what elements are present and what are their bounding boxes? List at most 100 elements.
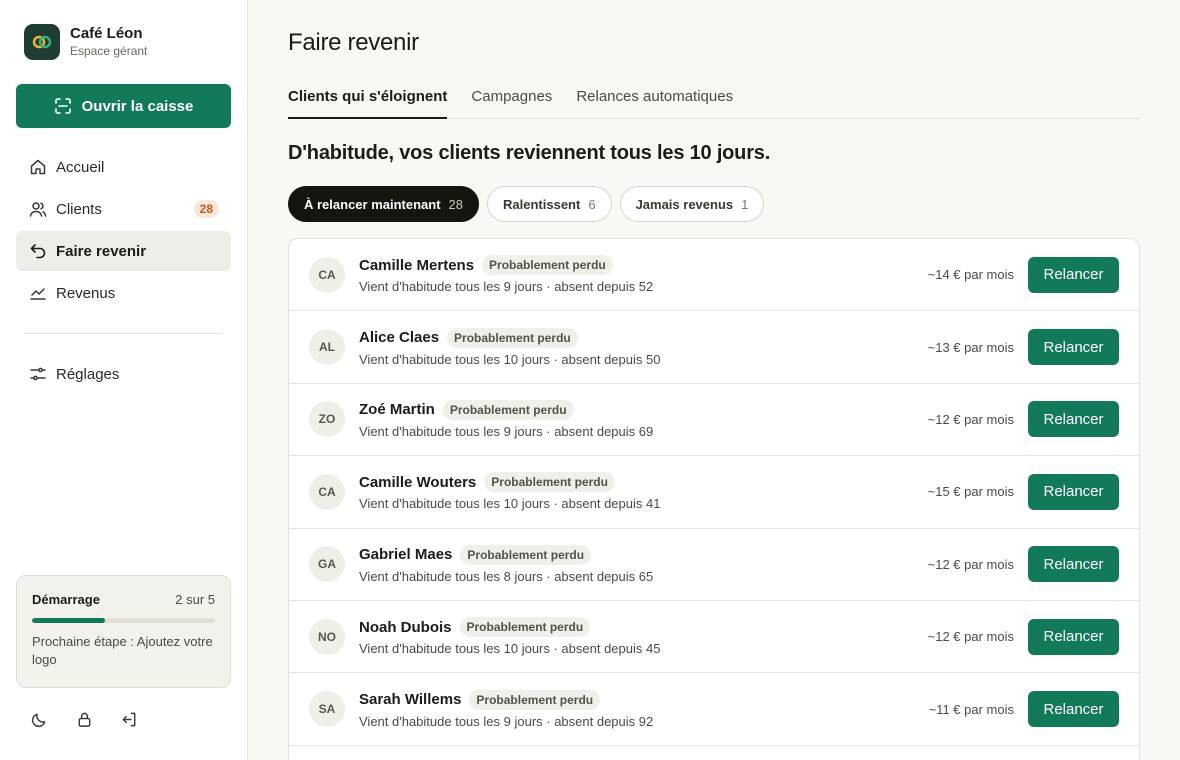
client-name: Camille Wouters — [359, 473, 477, 491]
client-visit-detail: Vient d'habitude tous les 10 jours · abs… — [359, 496, 661, 512]
client-name: Sarah Willems — [359, 691, 462, 709]
app: Café Léon Espace gérant Ouvrir la caisse… — [0, 0, 1180, 760]
relancer-button[interactable]: Relancer — [1028, 473, 1119, 510]
avatar: GA — [309, 546, 345, 583]
status-badge: Probablement perdu — [447, 327, 578, 348]
client-monthly-value: ~14 € par mois — [927, 267, 1014, 283]
status-badge: Probablement perdu — [460, 544, 592, 565]
moon-icon[interactable] — [29, 709, 49, 729]
nav-item-revenus[interactable]: Revenus — [16, 273, 231, 313]
return-icon — [28, 241, 48, 261]
avatar: CA — [309, 256, 345, 293]
avatar: ZO — [309, 401, 345, 438]
brand[interactable]: Café Léon Espace gérant — [24, 24, 147, 60]
main-content: Faire revenir Clients qui s'éloignent Ca… — [248, 0, 1180, 760]
client-name: Alice Claes — [359, 329, 440, 347]
tab-campagnes[interactable]: Campagnes — [471, 84, 552, 119]
client-row[interactable]: NO Noah Dubois Probablement perdu Vient … — [289, 601, 1139, 674]
users-icon — [28, 199, 48, 219]
filter-a-relancer-maintenant[interactable]: À relancer maintenant 28 — [288, 186, 480, 222]
client-name: Camille Mertens — [359, 256, 475, 274]
nav-item-label: Faire revenir — [56, 242, 147, 260]
nav-item-faire-revenir[interactable]: Faire revenir — [16, 231, 231, 271]
clients-count-badge: 28 — [193, 200, 219, 218]
client-row[interactable]: CA Camille Mertens Probablement perdu Vi… — [289, 239, 1139, 312]
client-row[interactable]: CA Camille Wouters Probablement perdu Vi… — [289, 456, 1139, 529]
client-row[interactable]: ZO Zoé Martin Probablement perdu Vient d… — [289, 384, 1139, 457]
logo-icon — [24, 24, 60, 60]
client-name: Noah Dubois — [359, 618, 452, 636]
relancer-button[interactable]: Relancer — [1028, 691, 1119, 728]
relancer-button[interactable]: Relancer — [1028, 401, 1119, 438]
nav-item-clients[interactable]: Clients 28 — [16, 189, 231, 229]
client-monthly-value: ~12 € par mois — [927, 556, 1014, 572]
relancer-button[interactable]: Relancer — [1028, 256, 1119, 293]
filter-label: Jamais revenus — [635, 196, 734, 212]
tab-relances-automatiques[interactable]: Relances automatiques — [576, 84, 733, 119]
client-visit-detail: Vient d'habitude tous les 10 jours · abs… — [359, 351, 661, 367]
status-badge: Probablement perdu — [484, 472, 615, 493]
status-badge: Probablement perdu — [459, 617, 591, 638]
avatar: CA — [309, 473, 345, 510]
filter-count: 1 — [741, 196, 749, 212]
client-monthly-value: ~15 € par mois — [927, 484, 1014, 500]
onboarding-count: 2 sur 5 — [175, 592, 215, 607]
tab-bar: Clients qui s'éloignent Campagnes Relanc… — [288, 84, 1140, 119]
client-row[interactable]: GA Gabriel Maes Probablement perdu Vient… — [289, 529, 1139, 601]
onboarding-progress-fill — [32, 618, 106, 623]
client-visit-detail: Vient d'habitude tous les 8 jours · abse… — [359, 568, 654, 584]
section-headline: D'habitude, vos clients reviennent tous … — [288, 142, 771, 164]
client-row[interactable]: SA Sarah Willems Probablement perdu Vien… — [289, 673, 1139, 746]
page-title: Faire revenir — [288, 29, 419, 56]
open-register-button[interactable]: Ouvrir la caisse — [16, 84, 231, 128]
client-visit-detail: Vient d'habitude tous les 9 jours · abse… — [359, 713, 654, 729]
relancer-button[interactable]: Relancer — [1028, 329, 1119, 366]
filter-count: 6 — [588, 196, 596, 212]
status-badge: Probablement perdu — [469, 689, 601, 710]
nav-item-accueil[interactable]: Accueil — [16, 147, 231, 187]
client-row[interactable]: AL Alice Claes Probablement perdu Vient … — [289, 311, 1139, 384]
nav-item-reglages[interactable]: Réglages — [16, 354, 231, 394]
onboarding-card[interactable]: Démarrage 2 sur 5 Prochaine étape : Ajou… — [16, 575, 231, 688]
open-register-label: Ouvrir la caisse — [81, 97, 194, 115]
client-name: Gabriel Maes — [359, 546, 453, 564]
filter-label: Ralentissent — [503, 196, 581, 212]
main-nav: Accueil Clients 28 Faire revenir Revenus… — [16, 147, 231, 396]
logout-icon[interactable] — [119, 709, 139, 729]
nav-item-label: Clients — [56, 200, 102, 218]
tab-clients-qui-s-eloignent[interactable]: Clients qui s'éloignent — [288, 84, 448, 119]
chart-icon — [28, 283, 48, 303]
onboarding-progress-bar — [32, 618, 215, 623]
nav-item-label: Accueil — [56, 158, 105, 176]
relancer-button[interactable]: Relancer — [1028, 618, 1119, 655]
filter-label: À relancer maintenant — [304, 196, 441, 212]
avatar: SA — [309, 691, 345, 728]
client-list: CA Camille Mertens Probablement perdu Vi… — [288, 238, 1140, 760]
filter-count: 28 — [448, 196, 464, 212]
client-monthly-value: ~12 € par mois — [927, 629, 1014, 645]
home-icon — [28, 157, 48, 177]
nav-divider — [24, 333, 223, 334]
lock-icon[interactable] — [74, 709, 94, 729]
relancer-button[interactable]: Relancer — [1028, 546, 1119, 583]
client-monthly-value: ~11 € par mois — [928, 701, 1014, 717]
client-name: Zoé Martin — [359, 401, 435, 419]
sidebar: Café Léon Espace gérant Ouvrir la caisse… — [0, 0, 248, 760]
scan-icon — [54, 97, 72, 115]
filter-jamais-revenus[interactable]: Jamais revenus 1 — [619, 186, 765, 222]
brand-name: Café Léon — [70, 25, 143, 42]
client-monthly-value: ~13 € par mois — [927, 339, 1014, 355]
filter-chips: À relancer maintenant 28 Ralentissent 6 … — [288, 186, 765, 222]
client-monthly-value: ~12 € par mois — [927, 411, 1014, 427]
avatar: NO — [309, 618, 345, 655]
sliders-icon — [28, 364, 48, 384]
client-visit-detail: Vient d'habitude tous les 9 jours · abse… — [359, 423, 654, 439]
status-badge: Probablement perdu — [482, 255, 613, 276]
onboarding-title: Démarrage — [32, 592, 100, 607]
filter-ralentissent[interactable]: Ralentissent 6 — [487, 186, 612, 222]
footer-actions — [29, 709, 139, 729]
nav-item-label: Revenus — [56, 284, 116, 302]
brand-subtitle: Espace gérant — [70, 44, 148, 58]
client-visit-detail: Vient d'habitude tous les 9 jours · abse… — [359, 279, 654, 295]
client-visit-detail: Vient d'habitude tous les 10 jours · abs… — [359, 641, 661, 657]
